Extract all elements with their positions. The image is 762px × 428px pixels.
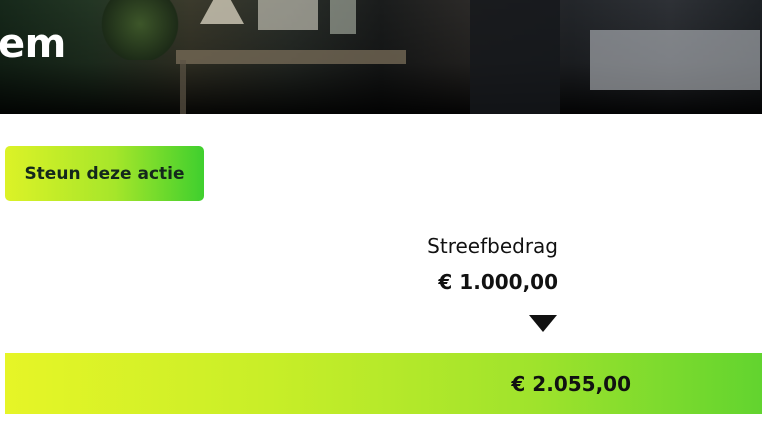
triangle-down-icon	[529, 315, 557, 332]
hero-photo-frame	[258, 0, 318, 30]
hero-photo-lamp	[200, 0, 244, 24]
target-amount: € 1.000,00	[438, 270, 558, 294]
hero-photo-table-leg	[180, 60, 186, 114]
hero-banner: em	[0, 0, 762, 114]
target-label: Streefbedrag	[427, 234, 558, 258]
hero-photo-person	[470, 0, 560, 114]
donation-progress-bar: € 2.055,00	[5, 353, 762, 414]
hero-photo-frame-2	[330, 0, 356, 34]
hero-photo-machine	[590, 30, 760, 90]
raised-amount: € 2.055,00	[511, 371, 631, 396]
hero-photo-table	[176, 50, 406, 64]
support-campaign-button[interactable]: Steun deze actie	[5, 146, 204, 201]
hero-title: em	[0, 21, 66, 67]
hero-photo-plant	[100, 0, 180, 60]
